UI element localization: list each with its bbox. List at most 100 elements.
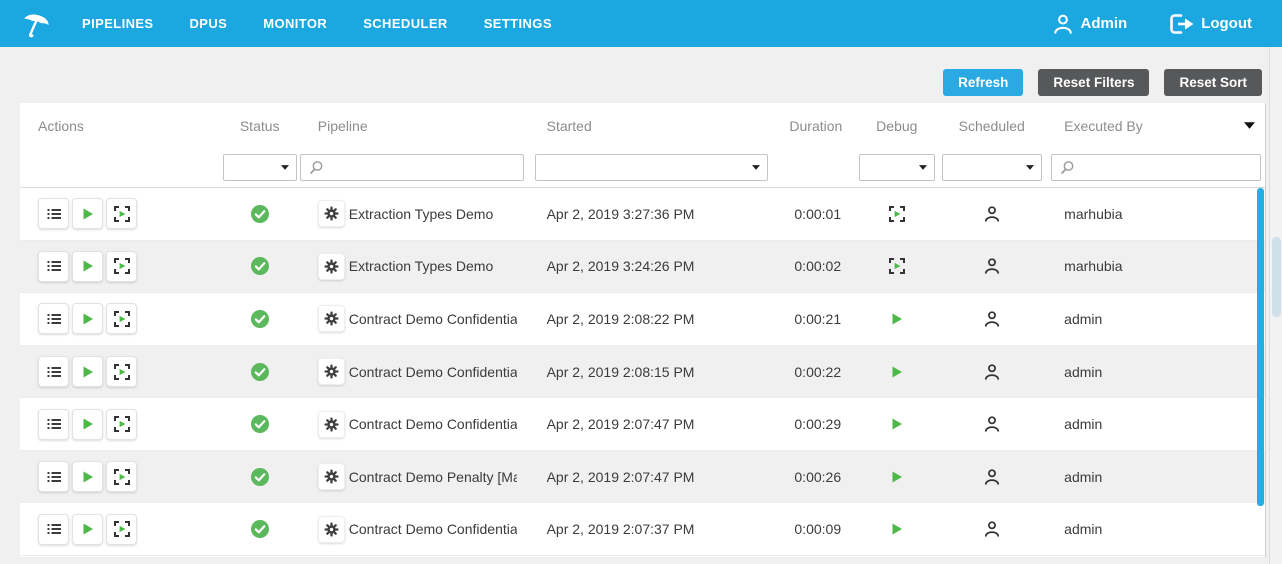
nav-scheduler[interactable]: SCHEDULER <box>363 16 448 31</box>
status-success-icon <box>251 415 269 433</box>
actions-cell <box>20 398 220 450</box>
play-icon <box>81 259 95 273</box>
duration-value: 0:00:26 <box>794 469 841 485</box>
page-scrollbar[interactable] <box>1269 47 1282 564</box>
executed-by-filter-input[interactable] <box>1075 156 1260 179</box>
pipeline-cell: Contract Demo Penalty [Mai <box>300 451 530 503</box>
list-icon <box>46 311 62 327</box>
pipeline-filter-input[interactable] <box>324 156 523 179</box>
logout-button[interactable]: Logout <box>1169 13 1252 35</box>
pipeline-gear-icon[interactable] <box>318 516 345 543</box>
scheduled-filter-select[interactable] <box>942 154 1042 181</box>
debug-run-button[interactable] <box>106 409 137 440</box>
status-success-icon <box>251 363 269 381</box>
table-scrollbar-thumb[interactable] <box>1257 188 1264 506</box>
row-menu-button[interactable] <box>38 303 69 334</box>
app-window: PIPELINES DPUS MONITOR SCHEDULER SETTING… <box>0 0 1282 564</box>
run-pipeline-button[interactable] <box>72 251 103 282</box>
pipeline-gear-icon[interactable] <box>318 358 345 385</box>
debug-run-button[interactable] <box>106 303 137 334</box>
scheduled-cell <box>939 503 1044 555</box>
duration-value: 0:00:09 <box>794 521 841 537</box>
started-value: Apr 2, 2019 2:07:47 PM <box>547 469 695 485</box>
debug-run-button[interactable] <box>106 461 137 492</box>
main-nav: PIPELINES DPUS MONITOR SCHEDULER SETTING… <box>82 16 552 31</box>
scheduled-cell <box>939 398 1044 450</box>
debug-run-button[interactable] <box>106 251 137 282</box>
person-icon <box>982 414 1002 434</box>
search-icon <box>1059 160 1075 176</box>
nav-monitor[interactable]: MONITOR <box>263 16 327 31</box>
nav-pipelines[interactable]: PIPELINES <box>82 16 154 31</box>
row-menu-button[interactable] <box>38 461 69 492</box>
debug-run-icon <box>114 258 130 274</box>
actions-cell <box>20 451 220 503</box>
run-pipeline-button[interactable] <box>72 409 103 440</box>
status-filter-select[interactable] <box>223 154 297 181</box>
row-menu-button[interactable] <box>38 251 69 282</box>
header-started[interactable]: Started <box>530 118 775 134</box>
started-value: Apr 2, 2019 2:07:37 PM <box>547 521 695 537</box>
table-row: Extraction Types Demo Apr 2, 2019 3:27:3… <box>20 188 1265 241</box>
debug-run-icon <box>114 206 130 222</box>
table-row: Contract Demo Penalty [Mai Apr 2, 2019 2… <box>20 451 1265 504</box>
header-scheduled[interactable]: Scheduled <box>939 118 1044 134</box>
debug-run-button[interactable] <box>106 198 137 229</box>
pipeline-gear-icon[interactable] <box>318 200 345 227</box>
actions-cell <box>20 188 220 240</box>
pipeline-gear-icon[interactable] <box>318 463 345 490</box>
actions-cell <box>20 346 220 398</box>
scheduled-cell <box>939 293 1044 345</box>
reset-filters-button[interactable]: Reset Filters <box>1038 69 1149 96</box>
pipeline-gear-icon[interactable] <box>318 305 345 332</box>
pipeline-gear-icon[interactable] <box>318 253 345 280</box>
play-icon <box>81 365 95 379</box>
row-menu-button[interactable] <box>38 514 69 545</box>
status-cell <box>220 188 300 240</box>
refresh-button[interactable]: Refresh <box>943 69 1023 96</box>
row-menu-button[interactable] <box>38 409 69 440</box>
run-pipeline-button[interactable] <box>72 198 103 229</box>
reset-sort-button[interactable]: Reset Sort <box>1164 69 1262 96</box>
header-actions[interactable]: Actions <box>20 118 220 134</box>
row-menu-button[interactable] <box>38 356 69 387</box>
header-duration[interactable]: Duration <box>774 118 854 134</box>
header-pipeline[interactable]: Pipeline <box>300 118 530 134</box>
pipeline-gear-icon[interactable] <box>318 411 345 438</box>
run-pipeline-button[interactable] <box>72 461 103 492</box>
header-debug[interactable]: Debug <box>854 118 939 134</box>
scheduled-cell <box>939 451 1044 503</box>
user-icon <box>1051 12 1075 36</box>
nav-settings[interactable]: SETTINGS <box>484 16 552 31</box>
table-row: Contract Demo Confidentiali Apr 2, 2019 … <box>20 346 1265 399</box>
duration-value: 0:00:02 <box>794 258 841 274</box>
status-cell <box>220 503 300 555</box>
app-logo-icon[interactable] <box>18 6 54 42</box>
play-icon <box>81 207 95 221</box>
list-icon <box>46 364 62 380</box>
header-status[interactable]: Status <box>220 118 300 134</box>
normal-run-icon <box>890 522 904 536</box>
status-success-icon <box>251 468 269 486</box>
row-menu-button[interactable] <box>38 198 69 229</box>
pipeline-cell: Extraction Types Demo <box>300 188 530 240</box>
nav-dpus[interactable]: DPUS <box>190 16 228 31</box>
run-pipeline-button[interactable] <box>72 303 103 334</box>
debug-cell <box>854 241 939 293</box>
header-executed-by[interactable]: Executed By <box>1044 118 1265 134</box>
admin-user-menu[interactable]: Admin <box>1051 12 1128 36</box>
table-header-row: Actions Status Pipeline Started Duration… <box>20 103 1265 148</box>
debug-filter-select[interactable] <box>859 154 935 181</box>
pipeline-filter-search[interactable] <box>300 154 524 181</box>
started-value: Apr 2, 2019 2:08:22 PM <box>547 311 695 327</box>
duration-value: 0:00:21 <box>794 311 841 327</box>
page-scrollbar-thumb[interactable] <box>1272 237 1281 317</box>
run-pipeline-button[interactable] <box>72 356 103 387</box>
column-chooser-icon[interactable] <box>1244 122 1255 129</box>
debug-run-button[interactable] <box>106 356 137 387</box>
debug-run-button[interactable] <box>106 514 137 545</box>
pipeline-cell: Contract Demo Confidentiali <box>300 398 530 450</box>
executed-by-filter-search[interactable] <box>1051 154 1261 181</box>
started-filter-select[interactable] <box>535 154 768 181</box>
run-pipeline-button[interactable] <box>72 514 103 545</box>
